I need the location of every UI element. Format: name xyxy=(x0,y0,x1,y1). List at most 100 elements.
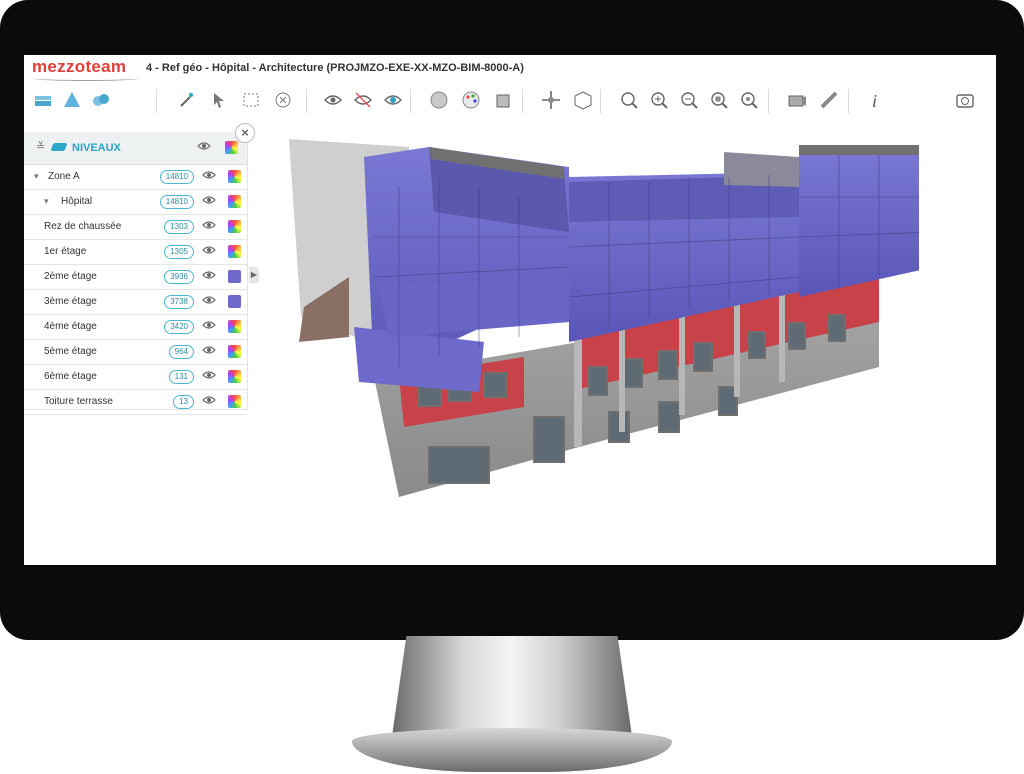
level-color-swatch[interactable] xyxy=(228,295,241,308)
element-count-badge: 3936 xyxy=(164,270,194,284)
color-palette-icon[interactable] xyxy=(225,141,238,154)
zoom-all-button[interactable] xyxy=(736,87,762,113)
element-count-badge: 1303 xyxy=(164,220,194,234)
screenshot-button[interactable] xyxy=(952,87,978,113)
info-button[interactable]: i xyxy=(862,87,888,113)
move-icon xyxy=(542,91,560,109)
eye-icon[interactable] xyxy=(202,170,216,183)
app-screen: mezzoteam 4 - Ref géo - Hôpital - Archit… xyxy=(24,55,996,565)
toolbar-separator xyxy=(848,89,849,113)
level-color-swatch[interactable] xyxy=(228,395,241,408)
box-select-button[interactable] xyxy=(238,87,264,113)
level-row[interactable]: 5ème étage 964 xyxy=(24,340,247,365)
levels-icon xyxy=(35,96,51,106)
logo-swoosh xyxy=(34,76,138,81)
level-row[interactable]: 1er étage 1305 xyxy=(24,240,247,265)
measure-button[interactable] xyxy=(816,87,842,113)
zoom-out-button[interactable] xyxy=(676,87,702,113)
bim-3d-model[interactable] xyxy=(279,127,919,507)
levels-button[interactable] xyxy=(30,87,56,113)
expand-chevron-icon[interactable]: ▾ xyxy=(44,196,49,207)
level-color-swatch[interactable] xyxy=(228,245,241,258)
zoom-in-button[interactable] xyxy=(646,87,672,113)
level-label: 4ème étage xyxy=(44,321,97,332)
eye-icon[interactable] xyxy=(202,195,216,208)
level-row[interactable]: ▾ Hôpital 14810 xyxy=(24,190,247,215)
level-color-swatch[interactable] xyxy=(228,170,241,183)
level-color-swatch[interactable] xyxy=(228,270,241,283)
eye-icon[interactable] xyxy=(202,220,216,233)
zoom-all-icon xyxy=(741,92,758,109)
toolbar-separator xyxy=(768,89,769,113)
toolbar-separator xyxy=(306,89,307,113)
sphere-icon xyxy=(430,91,448,109)
close-panel-button[interactable]: × xyxy=(235,123,255,143)
clear-select-button[interactable] xyxy=(270,87,296,113)
hide-eye-button[interactable] xyxy=(350,87,376,113)
level-label: 5ème étage xyxy=(44,346,97,357)
sphere-button[interactable] xyxy=(426,87,452,113)
eye-icon[interactable] xyxy=(202,395,216,408)
magic-select-button[interactable] xyxy=(174,87,200,113)
camera-view-button[interactable] xyxy=(784,87,810,113)
document-title: 4 - Ref géo - Hôpital - Architecture (PR… xyxy=(146,62,524,74)
monitor-stand-base xyxy=(352,728,672,772)
eye-icon[interactable] xyxy=(202,370,216,383)
expand-chevron-icon[interactable]: ▾ xyxy=(34,171,39,182)
move-button[interactable] xyxy=(538,87,564,113)
box-select-icon xyxy=(243,93,259,107)
level-label: 3ème étage xyxy=(44,296,97,307)
measure-icon xyxy=(820,91,838,109)
section-box-button[interactable] xyxy=(490,87,516,113)
zoom-window-button[interactable] xyxy=(706,87,732,113)
element-count-badge: 1305 xyxy=(164,245,194,259)
level-row[interactable]: 3ème étage 3738 xyxy=(24,290,247,315)
toolbar: i xyxy=(24,85,996,119)
magic-select-icon xyxy=(180,93,193,107)
element-count-badge: 3738 xyxy=(164,295,194,309)
eye-icon[interactable] xyxy=(202,270,216,283)
view-eye-button[interactable] xyxy=(320,87,346,113)
zoom-fit-icon xyxy=(621,92,638,109)
app-logo: mezzoteam xyxy=(32,57,127,76)
level-row[interactable]: Rez de chaussée 1303 xyxy=(24,215,247,240)
level-row[interactable]: 4ème étage 3420 xyxy=(24,315,247,340)
element-count-badge: 3420 xyxy=(164,320,194,334)
level-row[interactable]: Toiture terrasse 13 xyxy=(24,390,247,415)
spheres-button[interactable] xyxy=(88,87,114,113)
zoom-fit-button[interactable] xyxy=(616,87,642,113)
collapse-chevron-icon[interactable]: ≚ xyxy=(36,140,45,153)
level-label: 6ème étage xyxy=(44,371,97,382)
element-count-badge: 14810 xyxy=(159,195,194,209)
panel-header: ≚ NIVEAUX xyxy=(24,132,247,165)
element-count-badge: 131 xyxy=(168,370,194,384)
palette-button[interactable] xyxy=(458,87,484,113)
level-row[interactable]: 6ème étage 131 xyxy=(24,365,247,390)
toolbar-separator xyxy=(156,89,157,113)
level-color-swatch[interactable] xyxy=(228,195,241,208)
app-header: mezzoteam 4 - Ref géo - Hôpital - Archit… xyxy=(24,55,996,83)
eye-icon[interactable] xyxy=(202,245,216,258)
shapes-button[interactable] xyxy=(59,87,85,113)
pointer-select-button[interactable] xyxy=(206,87,232,113)
isolate-eye-button[interactable] xyxy=(380,87,406,113)
eye-icon[interactable] xyxy=(202,295,216,308)
level-label: Toiture terrasse xyxy=(44,396,113,407)
level-row[interactable]: 2ème étage 3936 xyxy=(24,265,247,290)
eye-icon[interactable] xyxy=(202,345,216,358)
screenshot-icon xyxy=(956,94,974,108)
level-color-swatch[interactable] xyxy=(228,370,241,383)
monitor-bezel: mezzoteam 4 - Ref géo - Hôpital - Archit… xyxy=(0,0,1024,640)
eye-icon[interactable] xyxy=(202,320,216,333)
expand-arrow-icon[interactable]: ▶ xyxy=(249,267,259,283)
eye-icon[interactable] xyxy=(197,141,211,151)
cube-icon xyxy=(574,91,592,110)
level-row[interactable]: ▾ Zone A 14810 xyxy=(24,165,247,190)
panel-title: NIVEAUX xyxy=(72,142,121,154)
section-box-icon xyxy=(496,94,510,108)
level-color-swatch[interactable] xyxy=(228,320,241,333)
level-color-swatch[interactable] xyxy=(228,220,241,233)
cube-button[interactable] xyxy=(570,87,596,113)
toolbar-separator xyxy=(600,89,601,113)
level-color-swatch[interactable] xyxy=(228,345,241,358)
